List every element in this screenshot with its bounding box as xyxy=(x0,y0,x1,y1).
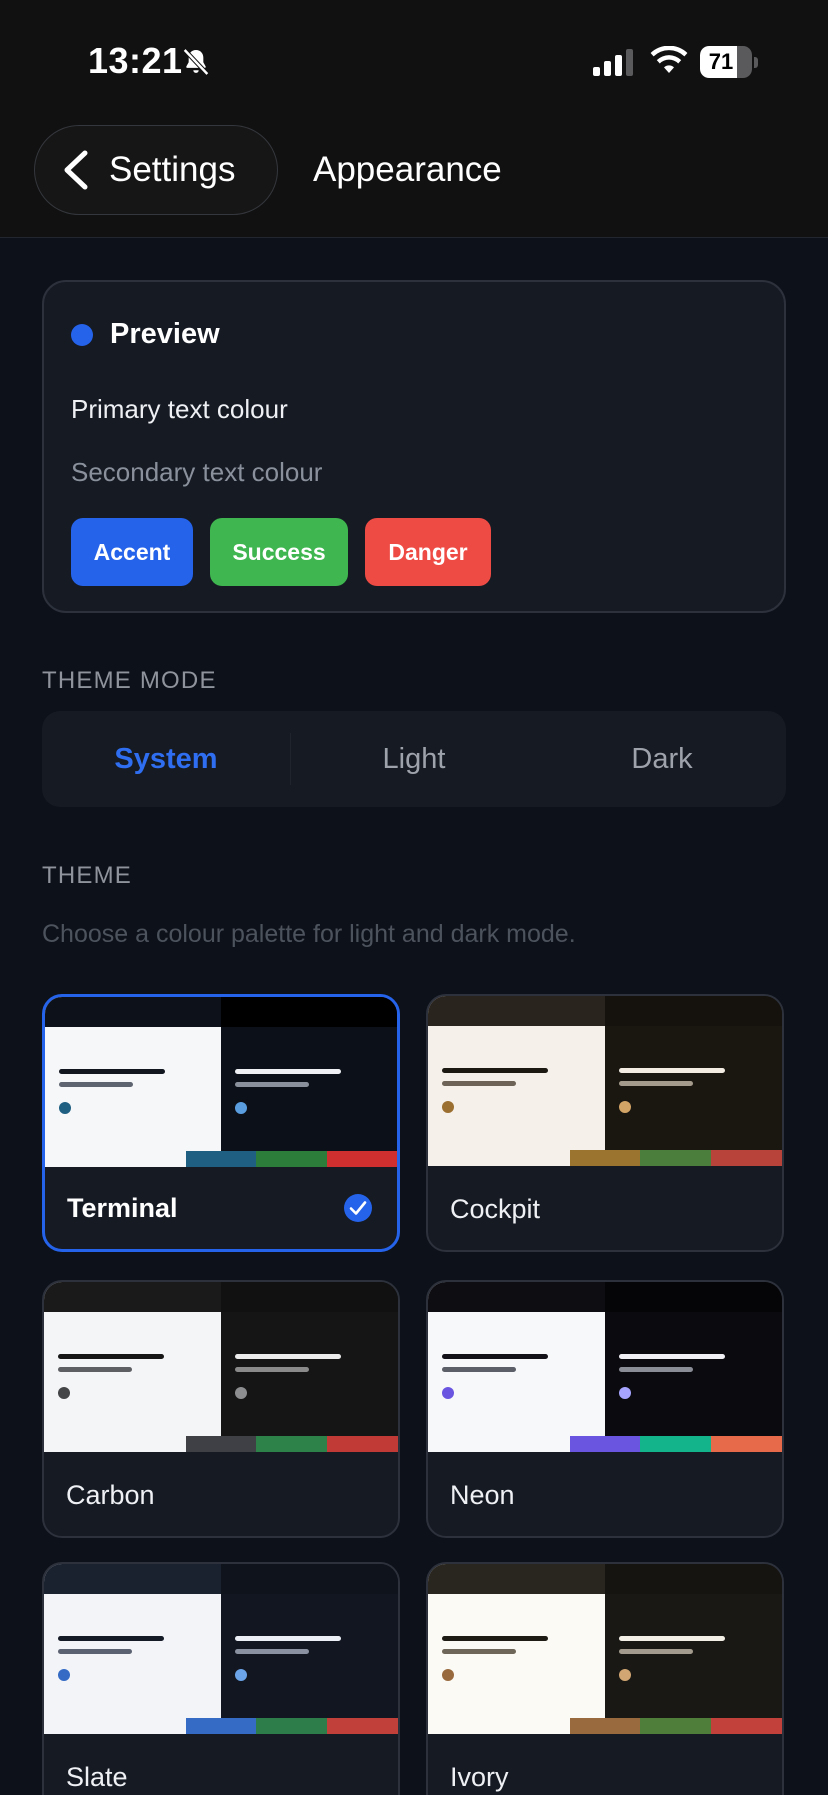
theme-mode-heading: THEME MODE xyxy=(42,667,217,694)
swatch-dark-half xyxy=(605,1282,782,1452)
battery-indicator: 71 xyxy=(700,46,758,78)
swatch-dot xyxy=(442,1101,454,1113)
secondary-text-sample: Secondary text colour xyxy=(71,457,323,487)
theme-swatch xyxy=(44,1564,398,1734)
swatch-light-half xyxy=(45,997,221,1167)
swatch-dot xyxy=(58,1669,70,1681)
theme-card-label: Cockpit xyxy=(450,1194,541,1224)
swatch-light-half xyxy=(428,1282,605,1452)
swatch-color-bars xyxy=(44,1718,398,1734)
swatch-dot xyxy=(619,1101,631,1113)
swatch-color-bars xyxy=(428,1718,782,1734)
theme-card-carbon[interactable]: Carbon xyxy=(42,1280,400,1538)
theme-card-label: Ivory xyxy=(450,1762,509,1792)
page-title: Appearance xyxy=(313,150,502,189)
segment-dark[interactable]: Dark xyxy=(538,711,786,807)
danger-button[interactable]: Danger xyxy=(365,518,491,586)
swatch-dot xyxy=(235,1387,247,1399)
swatch-dark-half xyxy=(221,997,397,1167)
theme-card-label: Neon xyxy=(450,1480,515,1510)
swatch-dot xyxy=(619,1387,631,1399)
theme-swatch xyxy=(428,1564,782,1734)
preview-dot-icon xyxy=(71,324,93,346)
swatch-color-bars xyxy=(45,1151,397,1167)
theme-heading: THEME xyxy=(42,862,132,889)
accent-button[interactable]: Accent xyxy=(71,518,193,586)
swatch-dot xyxy=(619,1669,631,1681)
swatch-color-bars xyxy=(428,1436,782,1452)
theme-card-label: Carbon xyxy=(66,1480,155,1510)
theme-card-slate[interactable]: Slate xyxy=(42,1562,400,1795)
theme-swatch xyxy=(428,996,782,1166)
preview-title: Preview xyxy=(110,318,220,350)
segment-system[interactable]: System xyxy=(42,711,290,807)
swatch-dot xyxy=(235,1102,247,1114)
swatch-dot xyxy=(235,1669,247,1681)
swatch-dark-half xyxy=(221,1564,398,1734)
theme-card-ivory[interactable]: Ivory xyxy=(426,1562,784,1795)
swatch-light-half xyxy=(428,1564,605,1734)
wifi-icon xyxy=(650,46,688,73)
top-bar: 13:21 71 Settings Appearance xyxy=(0,0,828,238)
swatch-dot xyxy=(59,1102,71,1114)
theme-card-cockpit[interactable]: Cockpit xyxy=(426,994,784,1252)
swatch-light-half xyxy=(44,1564,221,1734)
theme-swatch xyxy=(45,997,397,1167)
swatch-dot xyxy=(442,1669,454,1681)
swatch-light-half xyxy=(44,1282,221,1452)
theme-mode-segmented-control: System Light Dark xyxy=(42,711,786,807)
back-button[interactable]: Settings xyxy=(34,125,278,215)
swatch-dot xyxy=(442,1387,454,1399)
swatch-color-bars xyxy=(428,1150,782,1166)
theme-swatch xyxy=(428,1282,782,1452)
checkmark-circle-icon xyxy=(344,1194,372,1222)
signal-icon xyxy=(593,49,633,76)
swatch-dot xyxy=(58,1387,70,1399)
primary-text-sample: Primary text colour xyxy=(71,394,288,424)
swatch-light-half xyxy=(428,996,605,1166)
theme-swatch xyxy=(44,1282,398,1452)
theme-card-label: Slate xyxy=(66,1762,128,1792)
segment-divider xyxy=(290,733,291,785)
battery-percent: 71 xyxy=(708,49,734,74)
success-button[interactable]: Success xyxy=(210,518,348,586)
swatch-dark-half xyxy=(605,996,782,1166)
theme-card-label: Terminal xyxy=(67,1193,178,1223)
swatch-dark-half xyxy=(221,1282,398,1452)
status-time: 13:21 xyxy=(88,40,183,81)
swatch-dark-half xyxy=(605,1564,782,1734)
theme-card-neon[interactable]: Neon xyxy=(426,1280,784,1538)
segment-light[interactable]: Light xyxy=(290,711,538,807)
theme-description: Choose a colour palette for light and da… xyxy=(42,920,576,948)
segment-light-label: Light xyxy=(382,742,446,775)
chevron-left-icon xyxy=(64,150,88,190)
back-button-label: Settings xyxy=(109,150,236,189)
bell-muted-icon xyxy=(183,48,209,76)
swatch-color-bars xyxy=(44,1436,398,1452)
preview-card: Preview Primary text colour Secondary te… xyxy=(42,280,786,613)
theme-card-terminal[interactable]: Terminal xyxy=(42,994,400,1252)
